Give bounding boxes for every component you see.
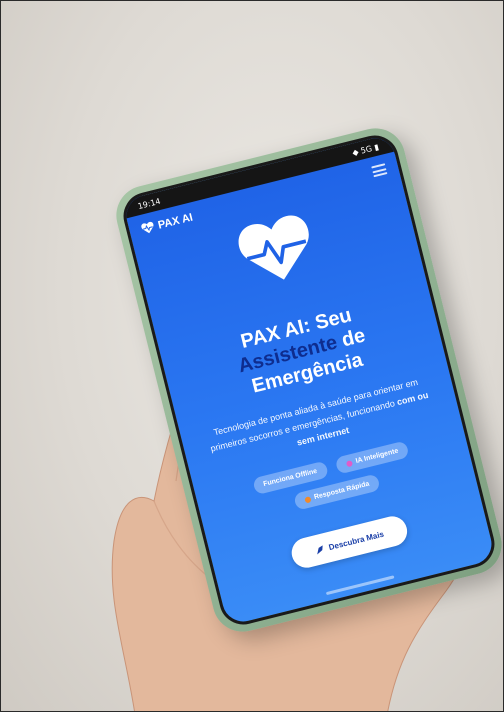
brand[interactable]: PAX AI: [140, 211, 194, 236]
status-time: 19:14: [136, 196, 162, 211]
status-icons: ◆ 5G ▮: [351, 141, 380, 158]
discover-more-button[interactable]: Descubra Mais: [288, 513, 411, 571]
chip-label: IA Inteligente: [355, 447, 400, 465]
heart-pulse-icon: [141, 221, 154, 234]
chip-ai[interactable]: IA Inteligente: [334, 440, 411, 475]
hero-section: PAX AI: Seu Assistente de Emergência Tec…: [135, 186, 487, 590]
brand-name: PAX AI: [156, 211, 194, 232]
photo-frame: 19:14 ◆ 5G ▮ PAX AI PAX AI: Seu Assisten…: [0, 0, 504, 712]
phone-screen: 19:14 ◆ 5G ▮ PAX AI PAX AI: Seu Assisten…: [118, 130, 500, 630]
cta-label: Descubra Mais: [327, 529, 385, 552]
heart-pulse-icon: [238, 215, 309, 280]
dot-icon: [303, 495, 312, 504]
dot-icon: [345, 459, 353, 467]
rocket-icon: [316, 544, 323, 555]
chip-label: Funciona Offline: [262, 467, 318, 489]
chip-label: Resposta Rápida: [313, 480, 371, 502]
home-indicator: [325, 575, 395, 596]
smartphone: 19:14 ◆ 5G ▮ PAX AI PAX AI: Seu Assisten…: [109, 121, 503, 639]
hamburger-menu-icon[interactable]: [371, 163, 388, 178]
